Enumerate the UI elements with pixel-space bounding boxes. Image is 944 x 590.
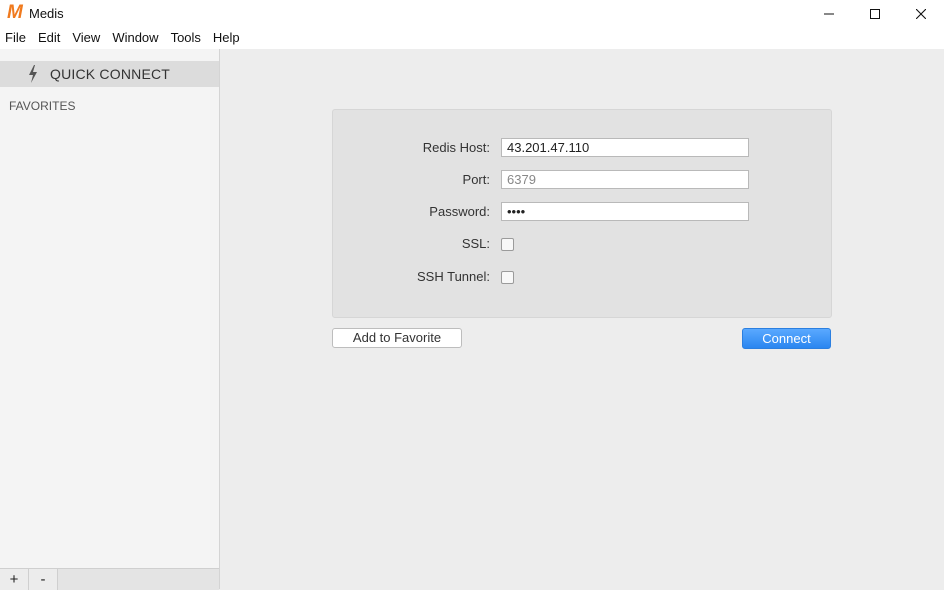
menu-view[interactable]: View <box>66 27 106 49</box>
minimize-icon <box>824 13 834 14</box>
redis-host-label: Redis Host: <box>422 140 490 155</box>
bolt-icon <box>29 65 37 83</box>
menu-tools[interactable]: Tools <box>165 27 207 49</box>
minimize-button[interactable] <box>806 0 852 27</box>
add-favorite-button[interactable]: + <box>0 569 29 590</box>
redis-host-input[interactable] <box>501 138 749 157</box>
ssh-tunnel-checkbox[interactable] <box>501 271 514 284</box>
app-logo: M <box>7 2 23 23</box>
maximize-icon <box>870 8 880 19</box>
quick-connect-item[interactable]: QUICK CONNECT <box>0 61 219 87</box>
ssl-label: SSL: <box>461 236 490 251</box>
connect-button[interactable]: Connect <box>742 328 831 349</box>
close-icon <box>916 8 926 19</box>
port-label: Port: <box>462 172 490 187</box>
title-bar: M Medis <box>0 0 944 27</box>
menu-edit[interactable]: Edit <box>32 27 66 49</box>
ssl-checkbox[interactable] <box>501 238 514 251</box>
password-input[interactable] <box>501 202 749 221</box>
remove-favorite-button[interactable]: - <box>29 569 58 590</box>
sidebar: QUICK CONNECT FAVORITES + - <box>0 49 220 590</box>
quick-connect-label: QUICK CONNECT <box>50 66 171 82</box>
window-title: Medis <box>29 6 64 21</box>
ssh-tunnel-label: SSH Tunnel: <box>417 269 490 284</box>
port-input[interactable] <box>501 170 749 189</box>
add-to-favorite-button[interactable]: Add to Favorite <box>332 328 462 348</box>
favorites-heading: FAVORITES <box>9 99 76 113</box>
close-button[interactable] <box>898 0 944 27</box>
maximize-button[interactable] <box>852 0 898 27</box>
password-label: Password: <box>429 204 490 219</box>
sidebar-footer: + - <box>0 568 219 590</box>
menu-bar: File Edit View Window Tools Help <box>0 27 944 49</box>
menu-window[interactable]: Window <box>106 27 164 49</box>
menu-file[interactable]: File <box>0 27 32 49</box>
menu-help[interactable]: Help <box>207 27 246 49</box>
